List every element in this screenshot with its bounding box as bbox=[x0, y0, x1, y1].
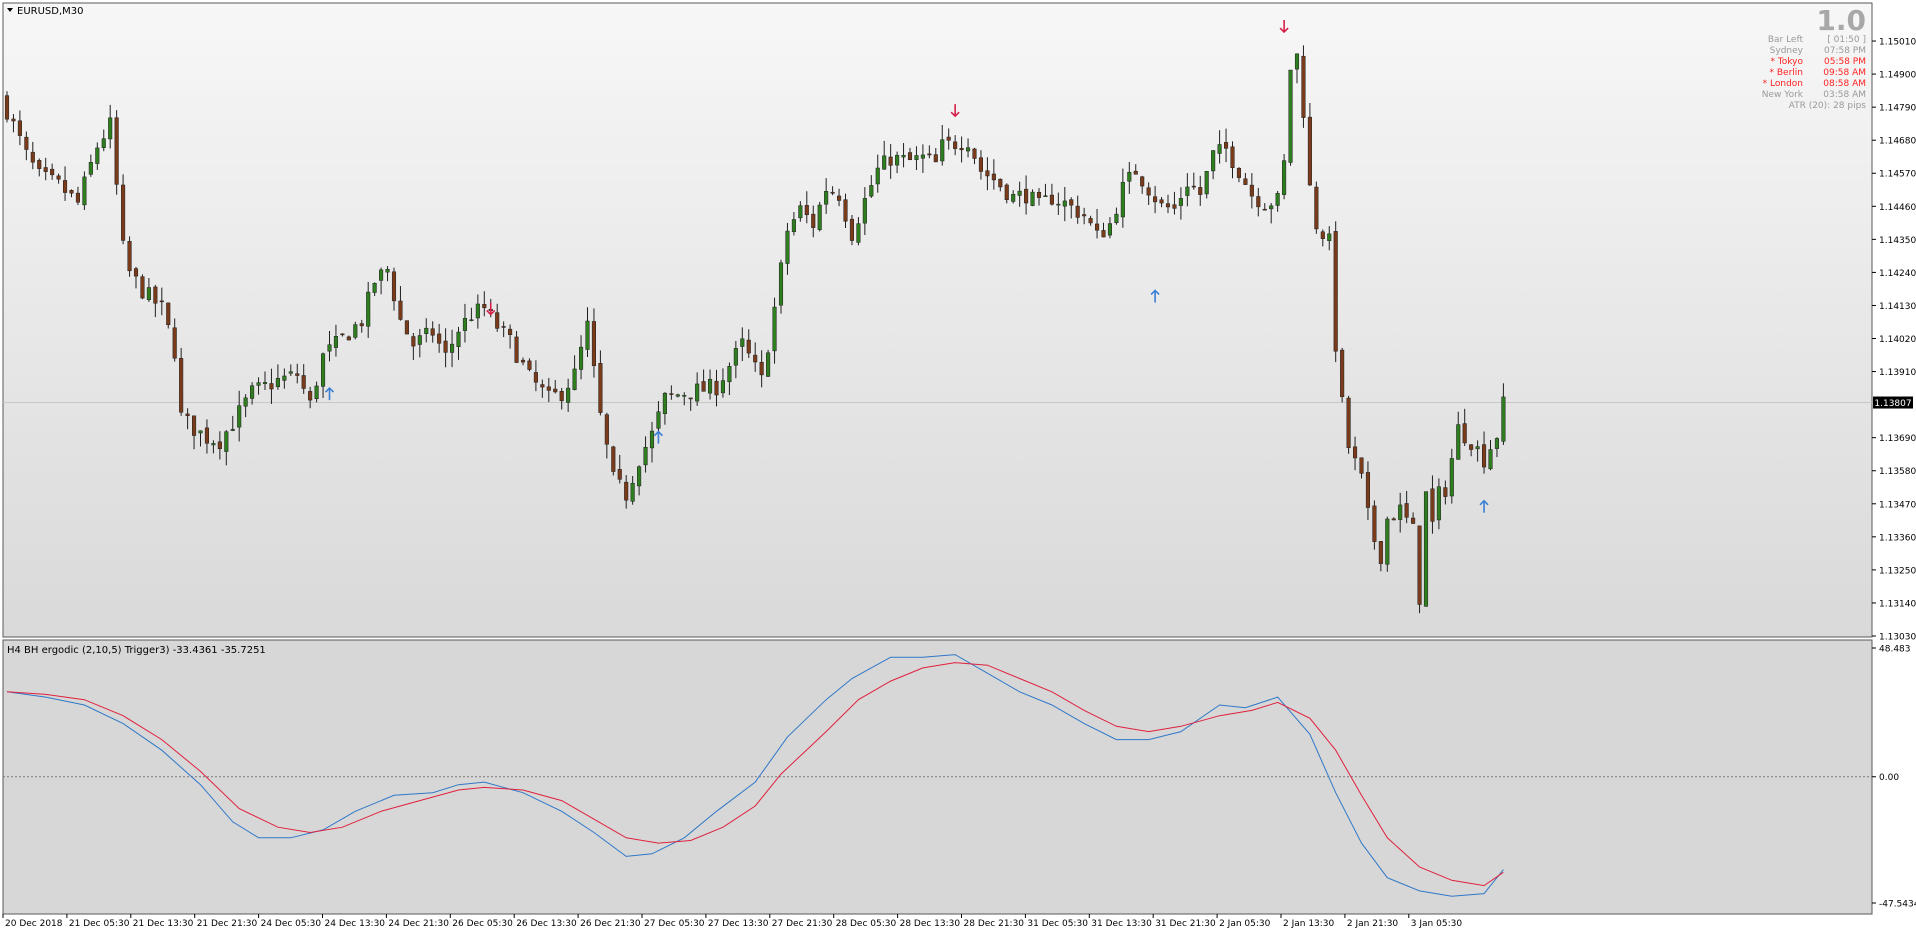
info-row-label: * London bbox=[1763, 79, 1803, 89]
price-tick-label: 1.13030 bbox=[1879, 633, 1916, 643]
indicator-axis: 48.483 0.00 -47.5434 bbox=[1872, 645, 1916, 910]
candle bbox=[4, 91, 10, 123]
time-tick-label: 3 Jan 05:30 bbox=[1411, 919, 1463, 929]
candle bbox=[1417, 525, 1422, 614]
candle bbox=[817, 201, 822, 232]
chart-canvas[interactable]: EURUSD,M30 1.150101.149001.147901.146801… bbox=[0, 0, 1916, 933]
indicator-label: H4 BH ergodic (2,10,5) Trigger3) -33.436… bbox=[7, 645, 266, 656]
candle bbox=[1282, 154, 1287, 200]
info-row-label: * Berlin bbox=[1770, 68, 1803, 78]
atr-text: ATR (20): 28 pips bbox=[1789, 101, 1867, 111]
candle bbox=[1346, 395, 1351, 454]
price-tick-label: 1.13470 bbox=[1879, 500, 1916, 510]
price-tick-label: 1.13140 bbox=[1879, 599, 1916, 609]
time-tick-label: 24 Dec 05:30 bbox=[261, 919, 322, 929]
candle bbox=[166, 302, 171, 329]
candle bbox=[140, 274, 145, 300]
price-tick-label: 1.14790 bbox=[1879, 104, 1916, 114]
time-tick-label: 24 Dec 13:30 bbox=[325, 919, 386, 929]
price-tick-label: 1.13580 bbox=[1879, 467, 1916, 477]
indicator-tick-label: -47.5434 bbox=[1879, 900, 1916, 910]
candle bbox=[353, 321, 358, 340]
time-tick-label: 28 Dec 21:30 bbox=[964, 919, 1025, 929]
info-big-value: 1.0 bbox=[1816, 4, 1866, 37]
candle bbox=[1333, 221, 1338, 363]
candle bbox=[611, 445, 616, 476]
time-tick-label: 2 Jan 21:30 bbox=[1347, 919, 1399, 929]
price-tick-label: 1.14130 bbox=[1879, 302, 1916, 312]
price-axis: 1.15010 1.14900 1.14790 1.14680 1.14570 1.144… bbox=[1872, 38, 1916, 643]
indicator-tick-label: 48.483 bbox=[1879, 645, 1911, 655]
time-tick-label: 26 Dec 13:30 bbox=[516, 919, 577, 929]
candle bbox=[127, 236, 132, 277]
candle bbox=[1314, 181, 1319, 234]
candle bbox=[1301, 45, 1306, 128]
info-row-value: 09:58 AM bbox=[1823, 68, 1866, 78]
candle bbox=[404, 320, 409, 335]
price-tick-label: 1.14350 bbox=[1879, 236, 1916, 246]
price-tick-label: 1.13910 bbox=[1879, 368, 1916, 378]
info-row-value: 08:58 AM bbox=[1823, 79, 1866, 89]
candle bbox=[179, 347, 184, 416]
metatrader-chart-window: EURUSD,M30 1.15010 1.14900 1.14790 1.14680 1… bbox=[0, 0, 1916, 933]
time-tick-label: 28 Dec 13:30 bbox=[900, 919, 961, 929]
price-tick-label: 1.14680 bbox=[1879, 137, 1916, 147]
time-tick-label: 31 Dec 05:30 bbox=[1027, 919, 1088, 929]
info-row-value: 07:58 PM bbox=[1824, 46, 1866, 56]
info-row-label: Bar Left bbox=[1768, 35, 1804, 45]
time-tick-label: 21 Dec 21:30 bbox=[197, 919, 258, 929]
price-tick-label: 1.13360 bbox=[1879, 533, 1916, 543]
price-tick-label: 1.14460 bbox=[1879, 203, 1916, 213]
symbol-label: EURUSD,M30 bbox=[17, 6, 83, 17]
info-row-value: [ 01:50 ] bbox=[1827, 35, 1866, 45]
time-tick-label: 27 Dec 21:30 bbox=[772, 919, 833, 929]
info-row-label: Sydney bbox=[1770, 46, 1804, 56]
time-tick-label: 28 Dec 05:30 bbox=[836, 919, 897, 929]
candle bbox=[849, 215, 855, 246]
time-axis: 20 Dec 2018 21 Dec 05:30 21 Dec 13:30 21 De… bbox=[2, 914, 1463, 929]
time-tick-label: 27 Dec 05:30 bbox=[644, 919, 705, 929]
current-price-tag: 1.13807 bbox=[1873, 396, 1913, 409]
info-row-label: New York bbox=[1762, 90, 1804, 100]
time-tick-label: 31 Dec 13:30 bbox=[1091, 919, 1152, 929]
time-tick-label: 24 Dec 21:30 bbox=[388, 919, 449, 929]
candle bbox=[1030, 189, 1035, 207]
price-pane-background bbox=[2, 2, 1873, 638]
time-tick-label: 2 Jan 05:30 bbox=[1219, 919, 1271, 929]
candle bbox=[1288, 69, 1293, 166]
time-tick-label: 26 Dec 21:30 bbox=[580, 919, 641, 929]
candle bbox=[1340, 347, 1345, 403]
time-tick-label: 21 Dec 05:30 bbox=[69, 919, 130, 929]
current-price-label: 1.13807 bbox=[1874, 399, 1911, 409]
time-tick-label: 20 Dec 2018 bbox=[5, 919, 63, 929]
price-tick-label: 1.14020 bbox=[1879, 335, 1916, 345]
price-tick-label: 1.14570 bbox=[1879, 170, 1916, 180]
candle bbox=[114, 110, 119, 195]
time-tick-label: 27 Dec 13:30 bbox=[708, 919, 769, 929]
price-tick-label: 1.14240 bbox=[1879, 269, 1916, 279]
price-tick-label: 1.15010 bbox=[1879, 38, 1916, 48]
candle bbox=[1385, 516, 1390, 572]
time-tick-label: 2 Jan 13:30 bbox=[1283, 919, 1335, 929]
time-tick-label: 21 Dec 13:30 bbox=[133, 919, 194, 929]
time-tick-label: 26 Dec 05:30 bbox=[452, 919, 513, 929]
info-row-label: * Tokyo bbox=[1770, 57, 1803, 67]
price-tick-label: 1.14900 bbox=[1879, 71, 1916, 81]
candle bbox=[1423, 491, 1429, 607]
indicator-tick-label: 0.00 bbox=[1879, 773, 1899, 783]
candle bbox=[766, 349, 771, 377]
info-row-value: 03:58 AM bbox=[1823, 90, 1866, 100]
candle bbox=[121, 174, 126, 245]
info-row-value: 05:58 PM bbox=[1824, 57, 1866, 67]
time-tick-label: 31 Dec 21:30 bbox=[1155, 919, 1216, 929]
candle bbox=[82, 171, 87, 211]
price-tick-label: 1.13250 bbox=[1879, 566, 1916, 576]
price-tick-label: 1.13690 bbox=[1879, 434, 1916, 444]
